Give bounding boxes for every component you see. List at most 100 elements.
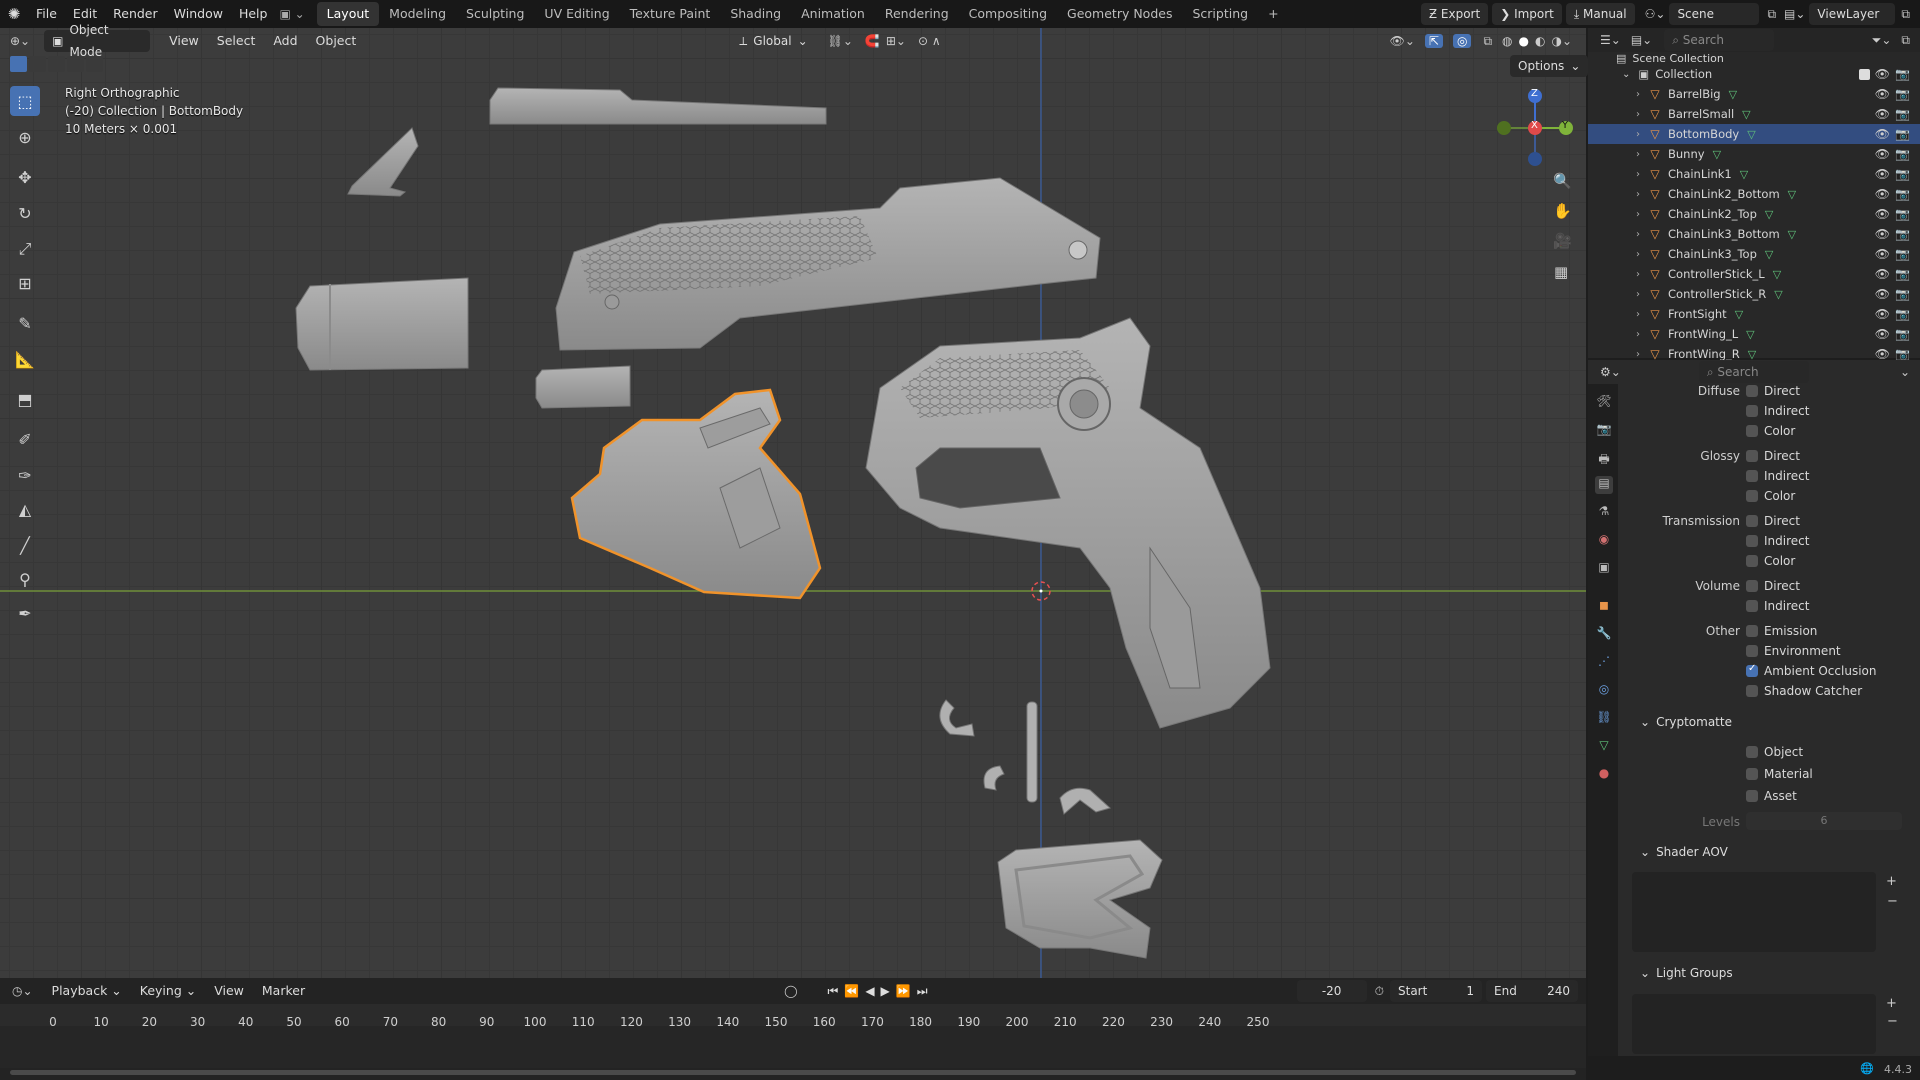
chevron-down-icon[interactable]: ⌄ [1622,69,1630,80]
stopwatch-icon[interactable]: ⏱ [1375,984,1384,999]
select-subtract-icon[interactable] [48,56,65,72]
select-invert-icon[interactable] [67,56,84,72]
eye-icon[interactable]: 👁 [1875,207,1890,221]
chevron-down-icon[interactable]: ⌄ [1900,365,1910,379]
diffuse-indirect-checkbox[interactable]: Indirect [1746,404,1809,418]
eye-icon[interactable]: 👁 [1875,107,1890,121]
menu-view[interactable]: View [160,28,208,54]
scene-tab-icon[interactable]: ⚗ [1595,504,1613,522]
outliner-item[interactable]: › ▽ BarrelBig ▽ 👁 📷 [1588,84,1920,104]
light-groups-list[interactable] [1632,994,1876,1054]
output-tab-icon[interactable]: 🖶 [1595,450,1613,468]
menu-select[interactable]: Select [208,28,265,54]
viewport-scene[interactable] [0,28,1586,978]
camera-icon[interactable]: 📷 [1895,347,1910,361]
chevron-right-icon[interactable]: › [1636,209,1640,220]
crypto-object-checkbox[interactable]: Object [1746,745,1803,759]
glossy-direct-checkbox[interactable]: Direct [1746,449,1800,463]
rendered-shading-icon[interactable]: ◑⌄ [1551,34,1572,48]
tool-tab-icon[interactable]: 🛠 [1595,394,1613,412]
eye-icon[interactable]: 👁 [1875,187,1890,201]
cryptomatte-section[interactable]: ⌄ Cryptomatte [1640,715,1910,729]
chevron-right-icon[interactable]: › [1636,149,1640,160]
chevron-right-icon[interactable]: › [1636,269,1640,280]
tab-animation[interactable]: Animation [791,2,875,26]
play-icon[interactable]: ▶ [881,984,890,998]
manual-button[interactable]: ⤓ Manual [1565,3,1635,25]
timeline-scrollbar[interactable] [10,1070,1576,1075]
camera-icon[interactable]: 📷 [1895,187,1910,201]
eye-icon[interactable]: 👁 [1875,227,1890,241]
outliner-item[interactable]: › ▽ ChainLink3_Top ▽ 👁 📷 [1588,244,1920,264]
brush-tool-icon[interactable]: ✒ [10,598,40,628]
eye-icon[interactable]: 👁 [1875,327,1890,341]
measure-tool-icon[interactable]: 📐 [10,344,40,374]
annotate-tool-icon[interactable]: ✎ [10,308,40,338]
chevron-right-icon[interactable]: › [1636,329,1640,340]
start-frame-field[interactable]: Start 1 [1390,980,1482,1002]
view-layer-tab-icon[interactable]: ▤ [1595,476,1613,494]
export-button[interactable]: Ƶ Export [1420,3,1489,25]
record-icon[interactable]: ◯ [784,984,797,998]
tab-compositing[interactable]: Compositing [959,2,1057,26]
eye-icon[interactable]: 👁 [1875,307,1890,321]
eye-icon[interactable]: 👁 [1875,267,1890,281]
diffuse-direct-checkbox[interactable]: Direct [1746,384,1800,398]
aov-add-icon[interactable]: + [1886,874,1897,889]
viewlayer-icon[interactable]: ▤⌄ [1784,7,1805,21]
tab-modeling[interactable]: Modeling [379,2,456,26]
fill-tool-icon[interactable]: ◭ [10,494,40,524]
menu-object[interactable]: Object [307,28,366,54]
jump-start-icon[interactable]: ⏮ [828,984,839,999]
ambient-occlusion-checkbox[interactable]: Ambient Occlusion [1746,663,1876,678]
chevron-right-icon[interactable]: › [1636,169,1640,180]
outliner-search-input[interactable]: ⌕ Search [1664,29,1775,51]
outliner-item[interactable]: › ▽ Bunny ▽ 👁 📷 [1588,144,1920,164]
pivot-icon[interactable]: ⛓⌄ [828,34,853,48]
camera-icon[interactable]: 📷 [1895,87,1910,101]
select-extend-icon[interactable] [29,56,46,72]
proportional-edit-icon[interactable]: ⊙ ∧ [918,34,941,48]
menu-add[interactable]: Add [264,28,306,54]
eye-icon[interactable]: 👁 [1875,167,1890,181]
timeline-track[interactable] [0,1026,1586,1068]
data-tab-icon[interactable]: ▽ [1595,738,1613,756]
render-tab-icon[interactable]: 📷 [1595,422,1613,440]
transmission-direct-checkbox[interactable]: Direct [1746,514,1800,528]
draw-tool-icon[interactable]: ✐ [10,424,40,454]
wireframe-shading-icon[interactable]: ◍ [1502,34,1512,48]
tab-rendering[interactable]: Rendering [875,2,959,26]
orientation-dropdown[interactable]: ⟂ Global ⌄ [731,30,815,52]
keying-menu[interactable]: Keying ⌄ [131,978,205,1004]
select-intersect-icon[interactable] [86,56,103,72]
playback-menu[interactable]: Playback ⌄ [43,978,131,1004]
jump-end-icon[interactable]: ⏭ [917,984,928,999]
timeline-view-menu[interactable]: View [205,978,253,1004]
light-groups-section[interactable]: ⌄ Light Groups [1640,966,1910,980]
menu-window[interactable]: Window [166,0,231,28]
tab-layout[interactable]: Layout [316,2,380,26]
properties-search-input[interactable]: ⌕ Search [1698,361,1809,383]
camera-icon[interactable]: 📷 [1895,247,1910,261]
tab-scripting[interactable]: Scripting [1182,2,1258,26]
ortho-grid-icon[interactable]: ▦ [1554,263,1568,281]
outliner-item[interactable]: › ▽ BottomBody ▽ 👁 📷 [1588,124,1920,144]
select-box-tool-icon[interactable]: ⬚ [10,86,40,116]
snap-target-icon[interactable]: ⊞⌄ [886,34,906,48]
particles-tab-icon[interactable]: ⋰ [1595,654,1613,672]
environment-checkbox[interactable]: Environment [1746,644,1841,658]
eye-icon[interactable]: 👁 [1875,147,1890,161]
material-tab-icon[interactable]: ● [1595,766,1613,784]
outliner-item[interactable]: › ▽ ChainLink2_Bottom ▽ 👁 📷 [1588,184,1920,204]
blender-logo-icon[interactable]: ✺ [0,5,28,23]
next-key-icon[interactable]: ⏩ [896,984,911,998]
end-frame-field[interactable]: End 240 [1486,980,1578,1002]
camera-icon[interactable]: 📷 [1895,227,1910,241]
options-dropdown[interactable]: Options ⌄ [1510,55,1589,77]
diffuse-color-checkbox[interactable]: Color [1746,424,1795,438]
physics-tab-icon[interactable]: ◎ [1595,682,1613,700]
scale-tool-icon[interactable]: ⤢ [10,234,40,264]
scene-field[interactable]: Scene [1669,3,1760,25]
glossy-color-checkbox[interactable]: Color [1746,489,1795,503]
visibility-icon[interactable]: 👁⌄ [1390,34,1415,48]
